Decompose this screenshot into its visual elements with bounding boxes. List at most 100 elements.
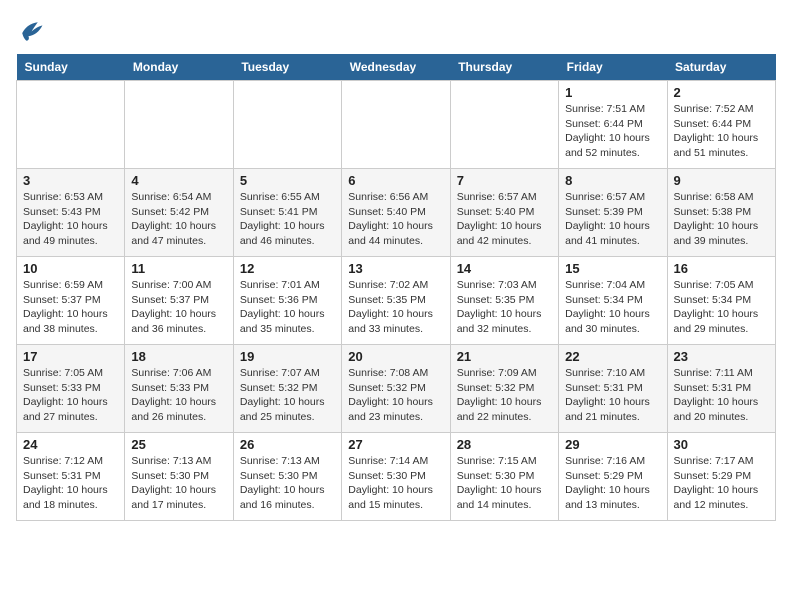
calendar-cell: 8 Sunrise: 6:57 AMSunset: 5:39 PMDaylight… (559, 169, 667, 257)
day-number: 28 (457, 437, 552, 452)
day-info: Sunrise: 7:17 AMSunset: 5:29 PMDaylight:… (674, 454, 769, 513)
calendar-cell: 22 Sunrise: 7:10 AMSunset: 5:31 PMDayligh… (559, 345, 667, 433)
calendar-cell: 16 Sunrise: 7:05 AMSunset: 5:34 PMDayligh… (667, 257, 775, 345)
calendar-cell: 5Sunrise: 6:55 AMSunset: 5:41 PMDaylight… (233, 169, 341, 257)
calendar-cell: 2 Sunrise: 7:52 AMSunset: 6:44 PMDaylight… (667, 81, 775, 169)
calendar-cell: 7Sunrise: 6:57 AMSunset: 5:40 PMDaylight… (450, 169, 558, 257)
calendar-cell: 18 Sunrise: 7:06 AMSunset: 5:33 PMDayligh… (125, 345, 233, 433)
day-number: 6 (348, 173, 443, 188)
day-number: 8 (565, 173, 660, 188)
day-number: 24 (23, 437, 118, 452)
day-number: 2 (674, 85, 769, 100)
day-info: Sunrise: 6:53 AMSunset: 5:43 PMDaylight:… (23, 190, 118, 249)
day-number: 20 (348, 349, 443, 364)
calendar-week-row: 24 Sunrise: 7:12 AMSunset: 5:31 PMDayligh… (17, 433, 776, 521)
calendar-cell (342, 81, 450, 169)
day-info: Sunrise: 7:52 AMSunset: 6:44 PMDaylight:… (674, 102, 769, 161)
day-info: Sunrise: 7:00 AMSunset: 5:37 PMDaylight:… (131, 278, 226, 337)
day-number: 12 (240, 261, 335, 276)
calendar-cell (17, 81, 125, 169)
logo (16, 16, 48, 44)
calendar-cell: 23Sunrise: 7:11 AMSunset: 5:31 PMDayligh… (667, 345, 775, 433)
calendar-cell (233, 81, 341, 169)
day-number: 13 (348, 261, 443, 276)
day-info: Sunrise: 7:16 AMSunset: 5:29 PMDaylight:… (565, 454, 660, 513)
calendar-cell: 25 Sunrise: 7:13 AMSunset: 5:30 PMDayligh… (125, 433, 233, 521)
day-number: 22 (565, 349, 660, 364)
calendar-cell: 4 Sunrise: 6:54 AMSunset: 5:42 PMDaylight… (125, 169, 233, 257)
calendar-cell: 3 Sunrise: 6:53 AMSunset: 5:43 PMDaylight… (17, 169, 125, 257)
day-info: Sunrise: 6:58 AMSunset: 5:38 PMDaylight:… (674, 190, 769, 249)
day-info: Sunrise: 7:51 AMSunset: 6:44 PMDaylight:… (565, 102, 660, 161)
day-info: Sunrise: 7:08 AMSunset: 5:32 PMDaylight:… (348, 366, 443, 425)
day-info: Sunrise: 7:11 AMSunset: 5:31 PMDaylight:… (674, 366, 769, 425)
day-number: 9 (674, 173, 769, 188)
calendar-cell: 29 Sunrise: 7:16 AMSunset: 5:29 PMDayligh… (559, 433, 667, 521)
day-number: 26 (240, 437, 335, 452)
weekday-header: Friday (559, 54, 667, 81)
weekday-header: Monday (125, 54, 233, 81)
calendar-table: SundayMondayTuesdayWednesdayThursdayFrid… (16, 54, 776, 521)
calendar-cell: 13Sunrise: 7:02 AMSunset: 5:35 PMDayligh… (342, 257, 450, 345)
calendar-cell: 14Sunrise: 7:03 AMSunset: 5:35 PMDayligh… (450, 257, 558, 345)
day-info: Sunrise: 7:06 AMSunset: 5:33 PMDaylight:… (131, 366, 226, 425)
day-info: Sunrise: 6:57 AMSunset: 5:40 PMDaylight:… (457, 190, 552, 249)
day-number: 10 (23, 261, 118, 276)
day-info: Sunrise: 7:14 AMSunset: 5:30 PMDaylight:… (348, 454, 443, 513)
calendar-cell: 30 Sunrise: 7:17 AMSunset: 5:29 PMDayligh… (667, 433, 775, 521)
day-number: 21 (457, 349, 552, 364)
calendar-cell: 17Sunrise: 7:05 AMSunset: 5:33 PMDayligh… (17, 345, 125, 433)
day-info: Sunrise: 7:13 AMSunset: 5:30 PMDaylight:… (131, 454, 226, 513)
calendar-cell: 26 Sunrise: 7:13 AMSunset: 5:30 PMDayligh… (233, 433, 341, 521)
day-info: Sunrise: 6:55 AMSunset: 5:41 PMDaylight:… (240, 190, 335, 249)
day-number: 27 (348, 437, 443, 452)
calendar-week-row: 1Sunrise: 7:51 AMSunset: 6:44 PMDaylight… (17, 81, 776, 169)
day-number: 25 (131, 437, 226, 452)
calendar-cell: 28 Sunrise: 7:15 AMSunset: 5:30 PMDayligh… (450, 433, 558, 521)
calendar-cell: 11 Sunrise: 7:00 AMSunset: 5:37 PMDayligh… (125, 257, 233, 345)
page-header (16, 16, 776, 44)
calendar-cell: 21Sunrise: 7:09 AMSunset: 5:32 PMDayligh… (450, 345, 558, 433)
calendar-week-row: 3 Sunrise: 6:53 AMSunset: 5:43 PMDaylight… (17, 169, 776, 257)
calendar-cell: 27 Sunrise: 7:14 AMSunset: 5:30 PMDayligh… (342, 433, 450, 521)
calendar-cell: 19Sunrise: 7:07 AMSunset: 5:32 PMDayligh… (233, 345, 341, 433)
calendar-cell (450, 81, 558, 169)
calendar-cell: 20 Sunrise: 7:08 AMSunset: 5:32 PMDayligh… (342, 345, 450, 433)
day-info: Sunrise: 7:07 AMSunset: 5:32 PMDaylight:… (240, 366, 335, 425)
day-number: 16 (674, 261, 769, 276)
calendar-cell: 6 Sunrise: 6:56 AMSunset: 5:40 PMDaylight… (342, 169, 450, 257)
weekday-header: Saturday (667, 54, 775, 81)
day-info: Sunrise: 6:56 AMSunset: 5:40 PMDaylight:… (348, 190, 443, 249)
calendar-cell: 1Sunrise: 7:51 AMSunset: 6:44 PMDaylight… (559, 81, 667, 169)
day-info: Sunrise: 6:57 AMSunset: 5:39 PMDaylight:… (565, 190, 660, 249)
day-number: 30 (674, 437, 769, 452)
calendar-week-row: 17Sunrise: 7:05 AMSunset: 5:33 PMDayligh… (17, 345, 776, 433)
day-number: 11 (131, 261, 226, 276)
weekday-header: Thursday (450, 54, 558, 81)
day-info: Sunrise: 7:04 AMSunset: 5:34 PMDaylight:… (565, 278, 660, 337)
day-info: Sunrise: 7:10 AMSunset: 5:31 PMDaylight:… (565, 366, 660, 425)
day-info: Sunrise: 6:54 AMSunset: 5:42 PMDaylight:… (131, 190, 226, 249)
day-number: 29 (565, 437, 660, 452)
day-info: Sunrise: 7:01 AMSunset: 5:36 PMDaylight:… (240, 278, 335, 337)
day-info: Sunrise: 7:05 AMSunset: 5:33 PMDaylight:… (23, 366, 118, 425)
calendar-header-row: SundayMondayTuesdayWednesdayThursdayFrid… (17, 54, 776, 81)
day-info: Sunrise: 7:03 AMSunset: 5:35 PMDaylight:… (457, 278, 552, 337)
day-info: Sunrise: 7:13 AMSunset: 5:30 PMDaylight:… (240, 454, 335, 513)
logo-icon (16, 16, 44, 44)
day-number: 15 (565, 261, 660, 276)
day-info: Sunrise: 7:12 AMSunset: 5:31 PMDaylight:… (23, 454, 118, 513)
calendar-week-row: 10Sunrise: 6:59 AMSunset: 5:37 PMDayligh… (17, 257, 776, 345)
day-info: Sunrise: 7:15 AMSunset: 5:30 PMDaylight:… (457, 454, 552, 513)
calendar-cell: 24 Sunrise: 7:12 AMSunset: 5:31 PMDayligh… (17, 433, 125, 521)
day-number: 3 (23, 173, 118, 188)
weekday-header: Sunday (17, 54, 125, 81)
calendar-cell (125, 81, 233, 169)
weekday-header: Wednesday (342, 54, 450, 81)
day-info: Sunrise: 7:05 AMSunset: 5:34 PMDaylight:… (674, 278, 769, 337)
weekday-header: Tuesday (233, 54, 341, 81)
day-number: 18 (131, 349, 226, 364)
calendar-cell: 9 Sunrise: 6:58 AMSunset: 5:38 PMDaylight… (667, 169, 775, 257)
calendar-cell: 10Sunrise: 6:59 AMSunset: 5:37 PMDayligh… (17, 257, 125, 345)
day-number: 4 (131, 173, 226, 188)
